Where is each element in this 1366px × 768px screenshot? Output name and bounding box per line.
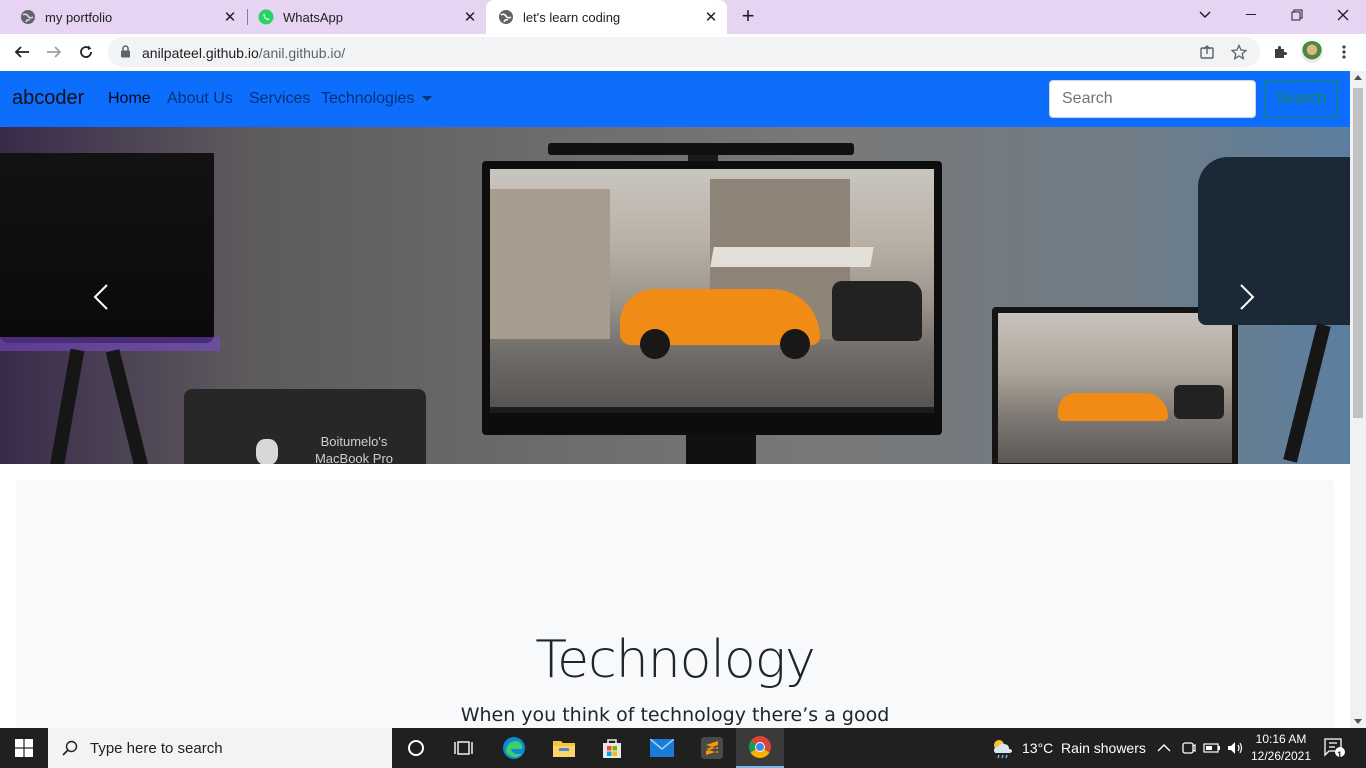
web-page: abcoder Home About Us Services Technolog… (0, 71, 1350, 728)
taskbar-clock[interactable]: 10:16 AM 12/26/2021 (1248, 731, 1314, 765)
task-view-icon[interactable] (440, 728, 488, 768)
avatar-image (1301, 41, 1323, 63)
new-tab-button[interactable]: + (736, 5, 760, 29)
close-window-button[interactable] (1320, 0, 1366, 30)
tab-title: WhatsApp (283, 9, 343, 25)
minimize-button[interactable] (1228, 0, 1274, 30)
dropdown-caret-icon (422, 96, 433, 102)
notification-center-icon[interactable]: 1 (1324, 728, 1346, 768)
chrome-icon[interactable] (736, 728, 784, 768)
tab-my-portfolio[interactable]: my portfolio ✕ (0, 0, 246, 34)
bookmark-star-icon[interactable] (1230, 43, 1248, 61)
forward-button[interactable] (40, 38, 68, 66)
battery-icon[interactable] (1203, 728, 1221, 768)
apple-logo-icon (256, 439, 278, 464)
tab-whatsapp[interactable]: WhatsApp ✕ (238, 0, 486, 34)
scroll-up-arrow-icon[interactable] (1354, 75, 1362, 80)
whatsapp-icon (258, 9, 274, 25)
site-search-button[interactable]: Search (1264, 80, 1338, 118)
file-explorer-icon[interactable] (540, 728, 588, 768)
browser-menu-icon[interactable] (1332, 40, 1356, 64)
microsoft-store-icon[interactable] (588, 728, 636, 768)
site-navbar: abcoder Home About Us Services Technolog… (0, 71, 1350, 127)
url-host: anilpateel.github.io (142, 45, 259, 61)
weather-text: 13°C Rain showers (1022, 740, 1146, 756)
mail-icon[interactable] (638, 728, 686, 768)
windows-logo-icon (15, 739, 33, 757)
address-bar[interactable]: anilpateel.github.io/anil.github.io/ (108, 37, 1260, 67)
taskbar-search-placeholder: Type here to search (90, 739, 223, 757)
macbook: Boitumelo's MacBook Pro (184, 389, 426, 464)
clock-date: 12/26/2021 (1250, 749, 1312, 763)
meet-now-icon[interactable] (1182, 728, 1196, 768)
tab-search-icon[interactable] (1182, 0, 1228, 30)
nav-services[interactable]: Services (249, 90, 310, 108)
monitor-screen-image (490, 169, 934, 413)
site-brand[interactable]: abcoder (12, 87, 84, 110)
nav-technologies-dropdown[interactable]: Technologies (321, 90, 433, 108)
tab-title: let's learn coding (523, 9, 621, 25)
close-tab-icon[interactable]: ✕ (701, 7, 721, 27)
lock-icon[interactable] (120, 45, 131, 63)
weather-widget[interactable]: 13°C Rain showers (990, 728, 1146, 768)
tab-title: my portfolio (45, 9, 113, 25)
nav-home[interactable]: Home (108, 90, 151, 108)
scroll-down-arrow-icon[interactable] (1354, 719, 1362, 724)
nav-technologies-label: Technologies (321, 90, 415, 107)
hero-subtitle: When you think of technology there’s a g… (460, 704, 890, 726)
nav-about-us[interactable]: About Us (167, 90, 233, 108)
laptop-label-line2: MacBook Pro (314, 451, 394, 464)
carousel-prev-button[interactable] (86, 277, 116, 317)
clock-time: 10:16 AM (1255, 732, 1307, 746)
restore-button[interactable] (1274, 0, 1320, 30)
close-tab-icon[interactable]: ✕ (460, 7, 480, 27)
monitor-light-bar (548, 143, 854, 155)
laptop-label-line1: Boitumelo's (320, 434, 388, 449)
close-tab-icon[interactable]: ✕ (220, 7, 240, 27)
globe-icon (20, 9, 36, 25)
url-text: anilpateel.github.io/anil.github.io/ (142, 45, 345, 61)
globe-icon (498, 9, 514, 25)
carousel-next-button[interactable] (1232, 277, 1262, 317)
browser-toolbar: anilpateel.github.io/anil.github.io/ (0, 34, 1366, 71)
extensions-puzzle-icon[interactable] (1268, 40, 1292, 64)
back-button[interactable] (8, 38, 36, 66)
profile-avatar[interactable] (1300, 40, 1324, 64)
show-hidden-icons-chevron-icon[interactable] (1157, 728, 1171, 768)
notification-count-badge: 1 (1337, 750, 1343, 760)
search-icon (62, 740, 78, 756)
site-search-input[interactable] (1049, 80, 1256, 118)
url-path: /anil.github.io/ (258, 45, 346, 61)
weather-rain-icon (990, 737, 1014, 759)
scrollbar-thumb[interactable] (1353, 88, 1363, 418)
main-monitor (482, 161, 942, 435)
share-icon[interactable] (1198, 43, 1216, 61)
edge-browser-icon[interactable] (490, 728, 538, 768)
right-laptop (992, 307, 1238, 464)
tab-lets-learn-coding[interactable]: let's learn coding ✕ (486, 0, 727, 34)
hero-section: Technology When you think of technology … (16, 480, 1334, 728)
windows-taskbar: Type here to search 13°C Rain showers 10… (0, 728, 1366, 768)
hero-title: Technology (535, 630, 815, 690)
cortana-icon[interactable] (392, 728, 440, 768)
reload-button[interactable] (72, 38, 100, 66)
volume-icon[interactable] (1227, 728, 1245, 768)
image-carousel: Boitumelo's MacBook Pro (0, 127, 1350, 464)
taskbar-search-box[interactable]: Type here to search (48, 728, 392, 768)
page-scrollbar[interactable] (1350, 71, 1366, 728)
start-button[interactable] (0, 728, 48, 768)
sublime-text-icon[interactable] (688, 728, 736, 768)
tab-strip: my portfolio ✕ WhatsApp ✕ let's learn co… (0, 0, 1366, 34)
